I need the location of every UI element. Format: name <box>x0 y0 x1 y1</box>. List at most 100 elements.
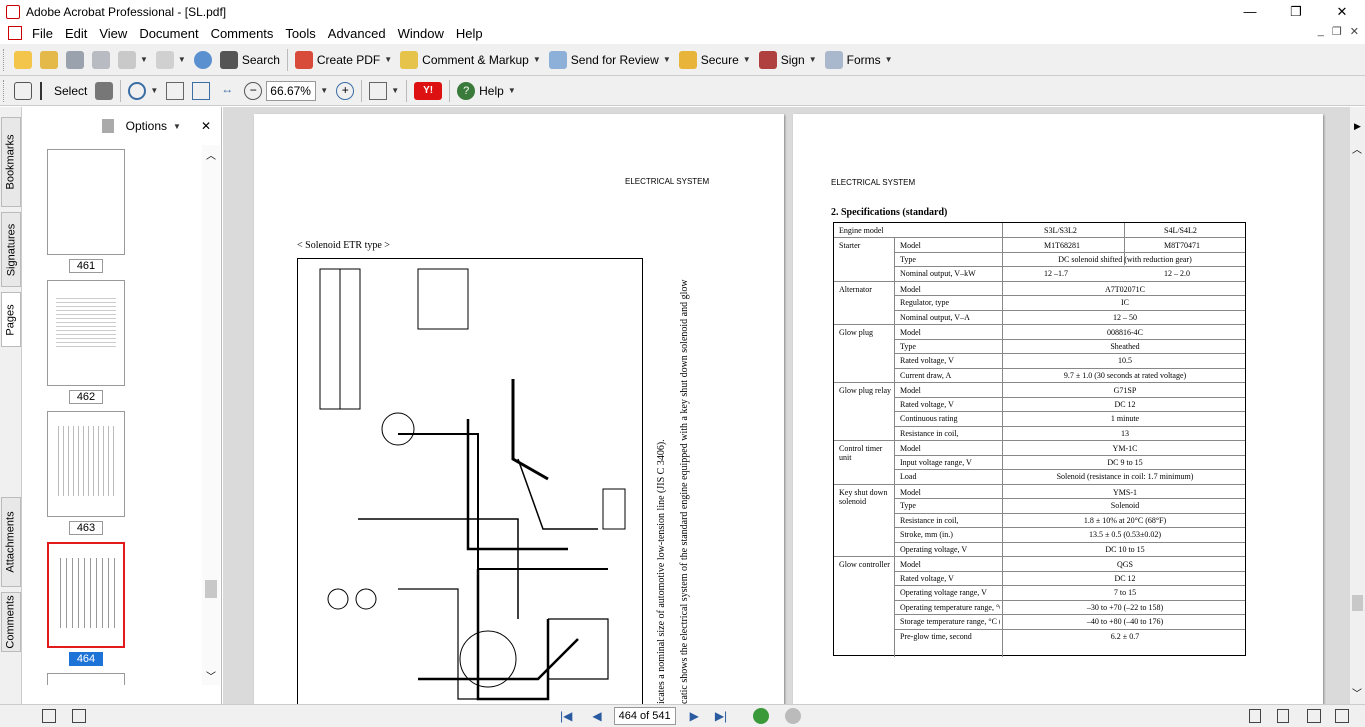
table-row: Input voltage range, V DC 9 to 15 <box>834 454 1245 470</box>
menu-view[interactable]: View <box>93 26 133 41</box>
table-cell: Starter <box>839 241 861 250</box>
single-page-layout-icon[interactable] <box>1249 709 1261 723</box>
pen-icon <box>758 50 777 69</box>
email-button[interactable]: ▼ <box>114 48 152 72</box>
search-button[interactable]: Search <box>216 48 284 72</box>
web-button[interactable] <box>190 48 216 72</box>
continuous-facing-layout-icon[interactable] <box>1335 709 1349 723</box>
menu-window[interactable]: Window <box>392 26 450 41</box>
menu-tools[interactable]: Tools <box>279 26 321 41</box>
page-thumbnail-461[interactable] <box>47 149 125 255</box>
snapshot-button[interactable] <box>91 79 117 103</box>
forms-label: Forms <box>846 52 881 67</box>
sign-button[interactable]: Sign ▼ <box>755 48 821 72</box>
menu-advanced[interactable]: Advanced <box>322 26 392 41</box>
document-scrollbar[interactable]: ▶ ︿ ﹀ <box>1350 107 1365 704</box>
page-thumbnail-462[interactable] <box>47 280 125 386</box>
table-cell: 1.8 ± 10% at 20°C (68°F) <box>1083 515 1167 525</box>
select-label: Select <box>54 83 88 98</box>
fit-width-button[interactable]: ↔ <box>214 79 240 103</box>
menu-file[interactable]: File <box>26 26 59 41</box>
save-button[interactable] <box>62 48 88 72</box>
zoom-out-button[interactable]: − <box>240 79 266 103</box>
last-page-button[interactable]: ▶| <box>715 709 727 723</box>
previous-view-button[interactable] <box>753 708 770 724</box>
menu-comments[interactable]: Comments <box>205 26 280 41</box>
comment-markup-button[interactable]: Comment & Markup ▼ <box>396 48 545 72</box>
trash-icon[interactable] <box>101 119 114 133</box>
select-tool-button[interactable]: Select <box>36 79 91 103</box>
tab-pages[interactable]: Pages <box>1 292 21 347</box>
options-menu[interactable]: Options <box>126 119 167 133</box>
zoom-in-button[interactable]: + <box>332 79 358 103</box>
header-cell: S3L/S3L2 <box>1044 226 1077 235</box>
next-page-button[interactable]: ▶ <box>690 709 699 723</box>
document-view[interactable]: ELECTRICAL SYSTEM < Solenoid ETR type > <box>223 107 1350 704</box>
page-display-icon[interactable] <box>42 709 56 723</box>
scroll-up-icon[interactable]: ︿ <box>1352 141 1362 156</box>
scroll-down-icon[interactable]: ﹀ <box>1352 685 1362 700</box>
table-row: Continuous rating 1 minute <box>834 411 1245 426</box>
table-cell: Storage temperature range, °C (°F) <box>900 617 1000 626</box>
thumbnail-scrollbar[interactable]: ︿ ﹀ <box>202 145 220 685</box>
page-thumbnail-463[interactable] <box>47 411 125 517</box>
document-icon[interactable] <box>8 26 22 40</box>
open-button[interactable] <box>10 48 36 72</box>
help-button[interactable]: ? Help ▼ <box>453 79 520 103</box>
actual-size-button[interactable] <box>162 79 188 103</box>
rotate-button[interactable]: ▼ <box>365 79 403 103</box>
page-thumbnail-465[interactable] <box>47 673 125 685</box>
fit-page-button[interactable] <box>188 79 214 103</box>
forms-button[interactable]: Forms ▼ <box>821 48 897 72</box>
next-view-button[interactable] <box>785 708 802 724</box>
table-cell: YM-1C <box>1112 444 1138 453</box>
first-page-button[interactable]: |◀ <box>560 709 572 723</box>
doc-restore-icon[interactable]: ❐ <box>1332 25 1342 38</box>
close-window-button[interactable]: ✕ <box>1319 0 1365 23</box>
scroll-thumb[interactable] <box>1352 595 1363 611</box>
panel-expand-icon[interactable]: ▶ <box>1354 121 1361 132</box>
scroll-thumb[interactable] <box>205 580 217 598</box>
tab-bookmarks[interactable]: Bookmarks <box>1 117 21 207</box>
prev-page-button[interactable]: ◀ <box>592 709 601 723</box>
menu-help[interactable]: Help <box>450 26 489 41</box>
zoom-tool-button[interactable]: ▼ <box>124 79 162 103</box>
hand-tool-button[interactable] <box>10 79 36 103</box>
organizer-button[interactable] <box>36 48 62 72</box>
close-panel-button[interactable]: ✕ <box>201 119 211 133</box>
create-pdf-button[interactable]: Create PDF ▼ <box>291 48 396 72</box>
yahoo-search-button[interactable]: Y! <box>410 79 446 103</box>
page-size-icon[interactable] <box>72 709 86 723</box>
scroll-down-icon[interactable]: ﹀ <box>206 668 216 683</box>
menu-edit[interactable]: Edit <box>59 26 93 41</box>
menu-document[interactable]: Document <box>133 26 204 41</box>
scroll-up-icon[interactable]: ︿ <box>206 147 216 162</box>
zoom-dropdown-icon[interactable]: ▼ <box>320 86 328 95</box>
doc-minimize-icon[interactable]: _ <box>1318 25 1324 38</box>
zoom-level-input[interactable]: 66.67% <box>266 80 317 101</box>
tab-comments[interactable]: Comments <box>1 592 21 652</box>
toolbar-grip[interactable] <box>3 48 7 71</box>
tab-signatures[interactable]: Signatures <box>1 212 21 287</box>
options-dropdown-icon[interactable]: ▼ <box>173 122 181 131</box>
restore-button[interactable]: ❐ <box>1273 0 1319 23</box>
tab-attachments[interactable]: Attachments <box>1 497 21 587</box>
page-thumbnail-464[interactable] <box>47 542 125 648</box>
facing-layout-icon[interactable] <box>1307 709 1321 723</box>
minimize-button[interactable]: — <box>1227 0 1273 23</box>
doc-close-icon[interactable]: ✕ <box>1350 25 1359 38</box>
table-cell: –30 to +70 (–22 to 158) <box>1086 602 1164 612</box>
page-number-field[interactable]: 464 of 541 <box>613 707 676 725</box>
toolbar-grip[interactable] <box>3 79 7 102</box>
table-row: Storage temperature range, °C (°F) –40 to… <box>834 614 1245 629</box>
tab-label: Bookmarks <box>5 134 17 190</box>
secure-button[interactable]: Secure ▼ <box>675 48 755 72</box>
print-button[interactable] <box>88 48 114 72</box>
table-cell: 6.2 ± 0.7 <box>1110 631 1140 641</box>
status-bar: |◀ ◀ 464 of 541 ▶ ▶| <box>0 704 1365 727</box>
send-review-button[interactable]: Send for Review ▼ <box>545 48 675 72</box>
attach-button[interactable]: ▼ <box>152 48 190 72</box>
globe-icon <box>193 50 212 69</box>
help-label: Help <box>479 83 504 98</box>
continuous-layout-icon[interactable] <box>1277 709 1289 723</box>
